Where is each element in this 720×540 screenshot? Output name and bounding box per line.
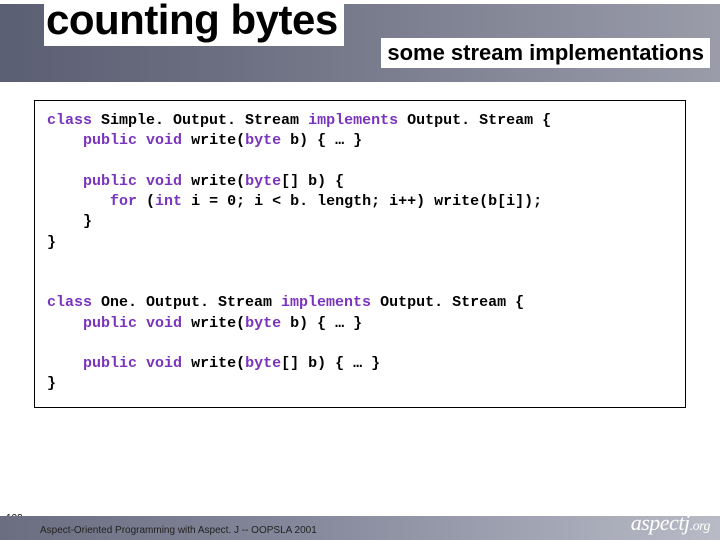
keyword-void: void — [146, 132, 182, 149]
logo-main: aspectj — [631, 510, 690, 535]
title-bar: counting bytes some stream implementatio… — [0, 0, 720, 82]
code-text: write( — [182, 132, 245, 149]
code-text: } — [47, 375, 56, 392]
code-text: Output. Stream { — [371, 294, 524, 311]
code-text: i = 0; i < b. length; i++) write(b[i]); — [182, 193, 542, 210]
keyword-void: void — [146, 355, 182, 372]
keyword-byte: byte — [245, 173, 281, 190]
keyword-void: void — [146, 173, 182, 190]
keyword-implements: implements — [308, 112, 398, 129]
keyword-for: for — [110, 193, 137, 210]
code-text: [] b) { — [281, 173, 344, 190]
keyword-public: public — [83, 132, 137, 149]
code-text: } — [83, 213, 92, 230]
code-text: } — [47, 234, 56, 251]
code-text: write( — [182, 173, 245, 190]
footer-bar: Aspect-Oriented Programming with Aspect.… — [0, 516, 720, 540]
logo-suffix: .org — [690, 519, 710, 534]
code-text: Output. Stream { — [398, 112, 551, 129]
keyword-void: void — [146, 315, 182, 332]
keyword-public: public — [83, 315, 137, 332]
code-text: write( — [182, 315, 245, 332]
keyword-class: class — [47, 294, 92, 311]
code-text: ( — [137, 193, 155, 210]
code-text: b) { … } — [281, 132, 362, 149]
keyword-public: public — [83, 173, 137, 190]
code-text: Simple. Output. Stream — [92, 112, 308, 129]
keyword-byte: byte — [245, 132, 281, 149]
keyword-public: public — [83, 355, 137, 372]
keyword-implements: implements — [281, 294, 371, 311]
slide-title: counting bytes — [44, 0, 344, 46]
slide-subtitle: some stream implementations — [381, 38, 710, 68]
keyword-byte: byte — [245, 355, 281, 372]
keyword-class: class — [47, 112, 92, 129]
code-text: One. Output. Stream — [92, 294, 281, 311]
code-text: b) { … } — [281, 315, 362, 332]
code-text: [] b) { … } — [281, 355, 380, 372]
code-text: write( — [182, 355, 245, 372]
code-block: class Simple. Output. Stream implements … — [34, 100, 686, 408]
logo: aspectj.org — [631, 510, 710, 536]
keyword-byte: byte — [245, 315, 281, 332]
footer-text: Aspect-Oriented Programming with Aspect.… — [40, 525, 317, 536]
keyword-int: int — [155, 193, 182, 210]
